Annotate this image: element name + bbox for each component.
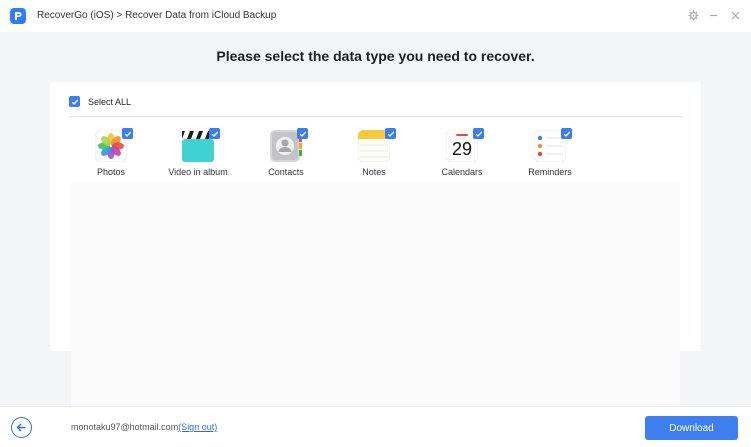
recovergo-logo-icon	[10, 8, 26, 24]
page-title: Please select the data type you need to …	[216, 48, 535, 64]
contacts-checkbox[interactable]	[297, 128, 308, 139]
select-all-label: Select ALL	[88, 96, 132, 107]
data-type-label: Calendars	[441, 167, 483, 177]
sign-out-link[interactable]: (Sign out)	[178, 422, 217, 432]
data-type-photos[interactable]: Photos	[71, 128, 151, 180]
calendars-checkbox[interactable]	[473, 128, 484, 139]
data-type-label: Notes	[362, 167, 386, 177]
calendar-day: 29	[451, 139, 473, 159]
data-type-label: Reminders	[528, 167, 572, 177]
video-checkbox[interactable]	[209, 128, 220, 139]
data-type-video[interactable]: Video in album	[158, 128, 238, 180]
notes-checkbox[interactable]	[385, 128, 396, 139]
data-type-contacts[interactable]: Contacts	[246, 128, 326, 180]
data-type-calendars[interactable]: 29 Calendars	[422, 128, 502, 180]
download-button[interactable]: Download	[645, 416, 738, 440]
back-arrow-icon[interactable]	[11, 417, 32, 438]
select-all-checkbox[interactable]	[69, 96, 80, 107]
footer-bar: monotaku97@hotmail.com(Sign out) Downloa…	[0, 406, 751, 447]
divider	[69, 116, 683, 117]
minimize-icon[interactable]	[706, 8, 720, 22]
panel-body	[71, 182, 680, 430]
data-type-label: Video in album	[168, 167, 228, 177]
data-type-label: Photos	[96, 167, 126, 177]
close-icon[interactable]	[728, 8, 742, 22]
settings-gear-icon[interactable]	[686, 8, 700, 22]
account-info: monotaku97@hotmail.com(Sign out)	[71, 422, 217, 432]
data-type-reminders[interactable]: Reminders	[510, 128, 590, 180]
data-type-label: Contacts	[268, 167, 304, 177]
select-all-row[interactable]: Select ALL	[69, 96, 131, 107]
data-type-panel	[50, 82, 701, 430]
title-bar: RecoverGo (iOS) > Recover Data from iClo…	[0, 0, 751, 32]
photos-checkbox[interactable]	[122, 128, 133, 139]
data-type-notes[interactable]: Notes	[334, 128, 414, 180]
breadcrumb: RecoverGo (iOS) > Recover Data from iClo…	[37, 10, 277, 21]
account-email: monotaku97@hotmail.com	[71, 422, 179, 432]
reminders-checkbox[interactable]	[561, 128, 572, 139]
